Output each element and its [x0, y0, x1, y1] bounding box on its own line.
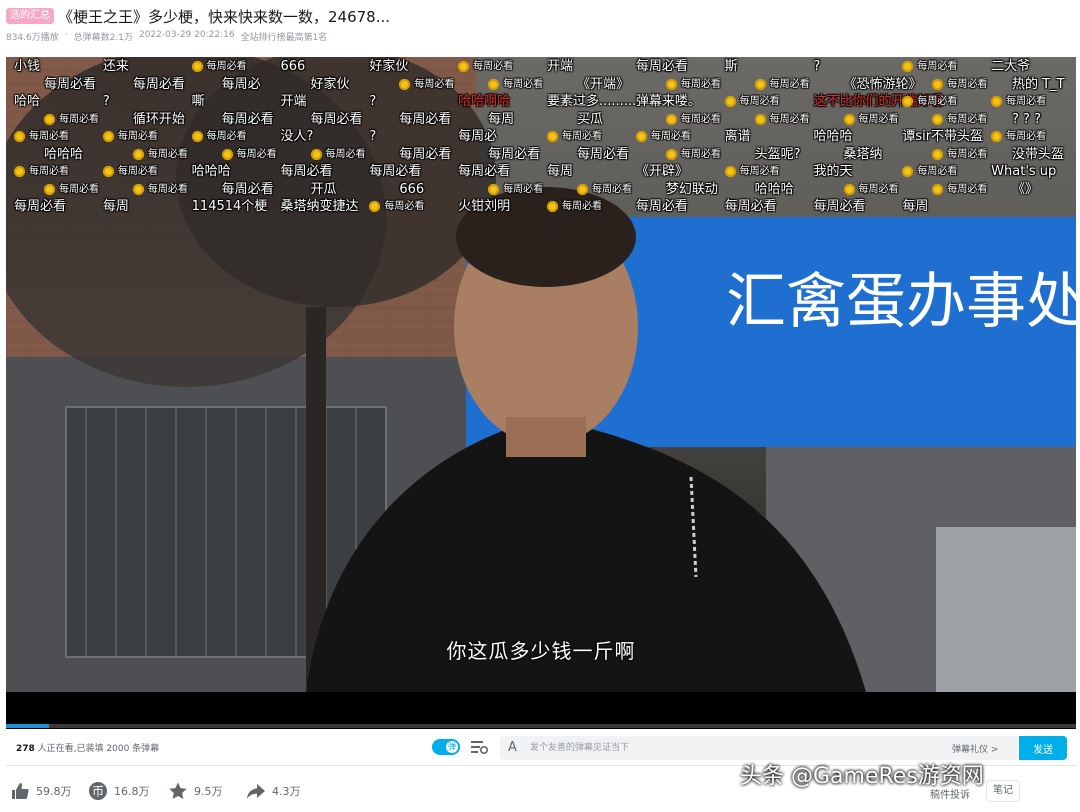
star-icon: [169, 782, 187, 799]
share-arrow-icon: [247, 784, 265, 799]
shop-sign-text: 汇禽蛋办事处: [726, 267, 1076, 337]
coin-button[interactable]: 币 16.8万: [88, 780, 150, 802]
play-count: 834.6万播放: [6, 33, 59, 43]
publish-datetime: 2022-03-29 20:22:16: [138, 30, 235, 40]
viewer-info: 278 人正在看,已装填 2000 条弹幕: [16, 741, 159, 754]
collection-badge[interactable]: 选的汇总: [6, 8, 54, 24]
viewer-count: 278: [16, 744, 35, 754]
video-subtitle: 你这瓜多少钱一斤啊: [446, 639, 636, 663]
viewer-text: 人正在看,已装填 2000 条弹幕: [37, 744, 160, 754]
video-header: 选的汇总 《梗王之王》多少梗，快来快来数一数，24678... 834.6万播放…: [0, 0, 1080, 56]
coin-count: 16.8万: [114, 785, 150, 798]
danmaku-toggle[interactable]: [432, 739, 460, 755]
progress-fill: [6, 724, 49, 728]
video-scene-image: 汇禽蛋办事处: [6, 57, 1076, 692]
danmaku-style-icon[interactable]: A: [508, 740, 517, 755]
rank-text[interactable]: 全站排行榜最高第1名: [241, 30, 328, 43]
like-button[interactable]: 59.8万: [10, 780, 72, 802]
progress-bar[interactable]: [6, 724, 1076, 728]
danmaku-total: 总弹幕数2.1万: [73, 33, 133, 43]
favorite-count: 9.5万: [194, 785, 223, 798]
thumbs-up-icon: [12, 783, 29, 799]
video-frame[interactable]: 汇禽蛋办事处 小钱 还来 每周必看 666 好家伙 每周必看 开端 每周必看斯? 每周必看 二大爷…: [6, 57, 1076, 692]
coin-icon: 币: [89, 782, 107, 800]
notes-button[interactable]: 笔记: [986, 780, 1020, 802]
danmaku-input-box[interactable]: A 弹幕礼仪 >: [500, 736, 1018, 760]
share-count: 4.3万: [272, 785, 301, 798]
share-button[interactable]: 4.3万: [246, 780, 301, 802]
favorite-button[interactable]: 9.5万: [168, 780, 223, 802]
video-title: 《梗王之王》多少梗，快来快来数一数，24678...: [58, 7, 391, 26]
video-player[interactable]: 汇禽蛋办事处 小钱 还来 每周必看 666 好家伙 每周必看 开端 每周必看斯? 每周必看 二大爷…: [6, 57, 1076, 729]
report-link[interactable]: 稿件投诉: [930, 786, 970, 801]
send-danmaku-button[interactable]: 发送: [1019, 736, 1067, 760]
danmaku-input[interactable]: [530, 739, 930, 757]
meta-separator: ·: [64, 30, 68, 40]
like-count: 59.8万: [36, 785, 72, 798]
video-meta: 834.6万播放 · 总弹幕数2.1万 2022-03-29 20:22:16 …: [6, 30, 327, 43]
danmaku-settings-icon[interactable]: [470, 739, 488, 755]
danmaku-etiquette-link[interactable]: 弹幕礼仪 >: [952, 742, 998, 755]
svg-text:币: 币: [92, 785, 104, 799]
title-row: 选的汇总 《梗王之王》多少梗，快来快来数一数，24678...: [6, 5, 390, 27]
